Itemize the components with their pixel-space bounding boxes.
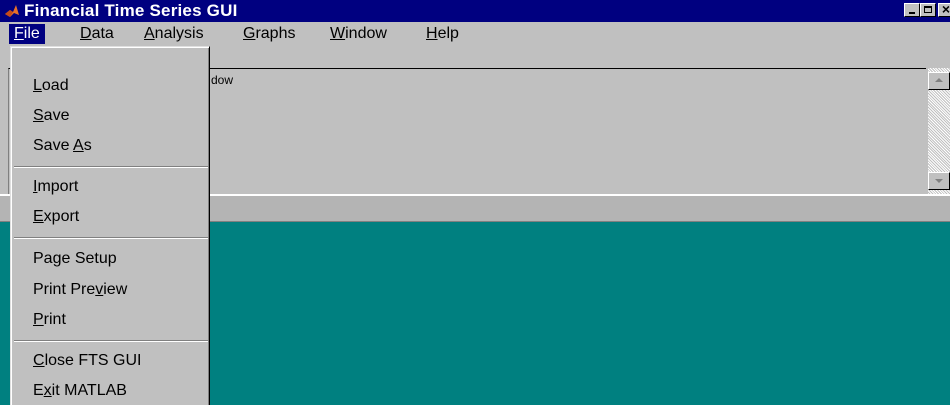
menu-item-print-accel: P xyxy=(33,311,44,328)
menu-graphs[interactable]: Graphs xyxy=(238,24,300,44)
menu-analysis[interactable]: Analysis xyxy=(139,24,209,44)
menu-item-page-setup-label: e Setup xyxy=(61,250,117,267)
vertical-scrollbar[interactable] xyxy=(928,68,950,194)
menu-help-accel: H xyxy=(426,25,438,42)
menu-item-save-accel: S xyxy=(33,107,44,124)
arrow-up-icon xyxy=(935,78,943,82)
close-icon: × xyxy=(941,1,950,17)
menu-item-save[interactable]: Save xyxy=(33,104,69,128)
menu-bar: File Data Analysis Graphs Window Help xyxy=(0,22,950,46)
menu-file-label: ile xyxy=(23,25,40,42)
menu-item-print-preview[interactable]: Print Preview xyxy=(33,278,127,302)
menu-item-exit-label: it MATLAB xyxy=(51,382,127,399)
menu-analysis-label: nalysis xyxy=(154,25,204,42)
matlab-logo-icon xyxy=(5,5,19,17)
maximize-button[interactable] xyxy=(920,3,936,17)
menu-item-save-label: ave xyxy=(43,107,70,124)
menu-separator xyxy=(14,237,208,239)
menu-window-label: indow xyxy=(345,25,387,42)
menu-item-load-accel: L xyxy=(33,77,42,94)
menu-item-load-label: oad xyxy=(41,77,69,94)
menu-item-export-label: xport xyxy=(43,208,80,225)
menu-item-export-accel: E xyxy=(33,208,44,225)
window-controls: × xyxy=(904,1,950,19)
command-window-text: dow xyxy=(211,73,234,87)
menu-item-export[interactable]: Export xyxy=(33,205,79,229)
menu-item-import[interactable]: Import xyxy=(33,175,78,199)
scroll-up-button[interactable] xyxy=(928,72,950,90)
menu-item-print-label: rint xyxy=(43,311,66,328)
close-button[interactable]: × xyxy=(938,1,950,17)
minimize-button[interactable] xyxy=(904,3,920,17)
menu-item-exit-accel: x xyxy=(43,382,52,399)
menu-item-save-as-label: s xyxy=(83,137,92,154)
menu-item-save-as-accel: A xyxy=(73,137,84,154)
menu-item-save-as[interactable]: Save As xyxy=(33,134,92,158)
menu-item-import-label: mport xyxy=(37,178,79,195)
menu-item-page-setup[interactable]: Page Setup xyxy=(33,247,117,271)
menu-item-print-preview-pre: Print Pre xyxy=(33,281,96,298)
menu-data[interactable]: Data xyxy=(75,24,119,44)
menu-graphs-accel: G xyxy=(243,25,256,42)
menu-item-print-preview-label: iew xyxy=(103,281,128,298)
menu-item-save-as-pre: Save xyxy=(33,137,74,154)
menu-item-exit-pre: E xyxy=(33,382,44,399)
menu-help[interactable]: Help xyxy=(421,24,464,44)
menu-item-close-accel: C xyxy=(33,352,45,369)
menu-graphs-label: raphs xyxy=(255,25,296,42)
menu-window[interactable]: Window xyxy=(325,24,392,44)
minimize-icon xyxy=(909,12,915,14)
menu-item-close-fts-gui[interactable]: Close FTS GUI xyxy=(33,349,141,373)
maximize-icon xyxy=(924,6,932,13)
menu-window-accel: W xyxy=(330,25,346,42)
menu-file-accel: F xyxy=(14,25,24,42)
window-title: Financial Time Series GUI xyxy=(24,1,238,20)
scroll-down-button[interactable] xyxy=(928,172,950,190)
menu-item-print[interactable]: Print xyxy=(33,308,66,332)
menu-help-label: elp xyxy=(437,25,459,42)
file-menu-dropdown: Load Save Save As Import Export Page Set… xyxy=(10,46,210,405)
menu-item-page-setup-pre: Pa xyxy=(33,250,53,267)
menu-separator xyxy=(14,166,208,168)
title-bar[interactable]: Financial Time Series GUI × xyxy=(0,0,950,22)
menu-separator xyxy=(14,340,208,342)
arrow-down-icon xyxy=(935,179,943,183)
menu-item-load[interactable]: Load xyxy=(33,74,69,98)
menu-file[interactable]: File xyxy=(9,24,45,44)
menu-data-label: ata xyxy=(91,25,114,42)
menu-data-accel: D xyxy=(80,25,92,42)
menu-item-close-label: lose FTS GUI xyxy=(44,352,142,369)
menu-item-exit-matlab[interactable]: Exit MATLAB xyxy=(33,379,127,403)
menu-analysis-accel: A xyxy=(144,25,155,42)
app-window: Financial Time Series GUI × File Data An… xyxy=(0,0,950,405)
